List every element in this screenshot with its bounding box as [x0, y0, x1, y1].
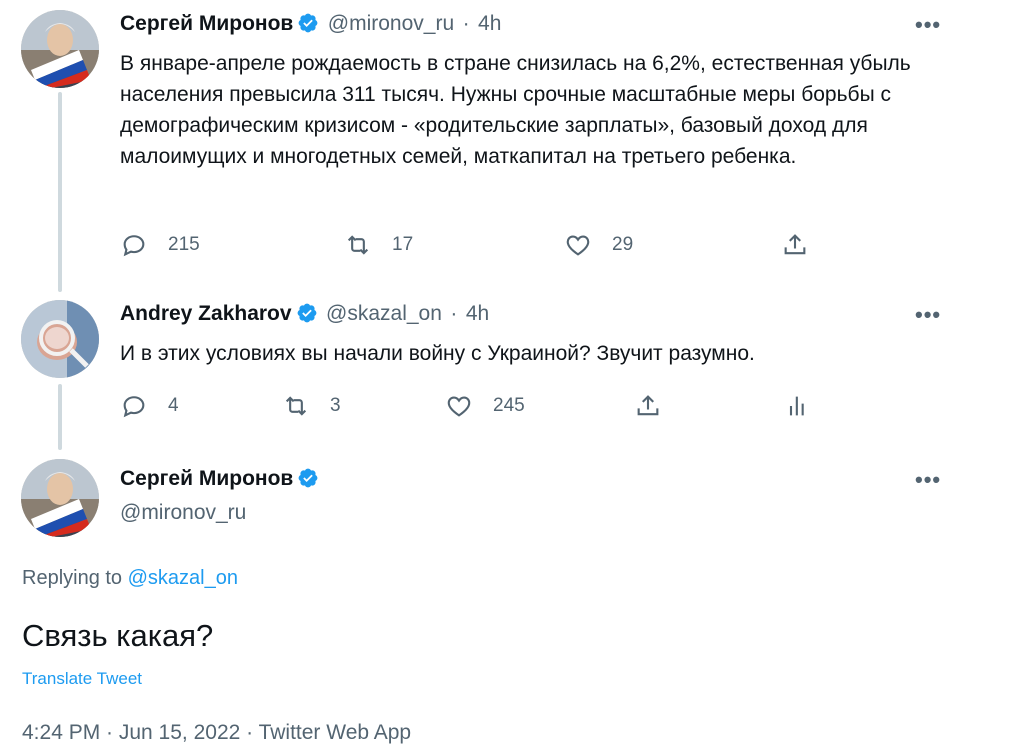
author-name[interactable]: Сергей Миронов: [120, 467, 293, 490]
separator: ·: [450, 302, 458, 325]
reply-icon: [123, 396, 145, 418]
avatar-zakharov[interactable]: [21, 300, 99, 378]
author-handle[interactable]: @mironov_ru: [120, 501, 246, 525]
avatar-mironov[interactable]: [21, 10, 99, 88]
tweet-time[interactable]: 4h: [466, 302, 489, 325]
analytics-icon: [789, 396, 804, 416]
replying-to-link[interactable]: @skazal_on: [128, 567, 238, 589]
retweet-icon: [347, 235, 369, 255]
avatar-zakharov-image: [21, 300, 99, 378]
more-options-icon[interactable]: •••: [915, 467, 941, 493]
like-button[interactable]: 29: [564, 231, 633, 259]
retweet-button[interactable]: 3: [282, 392, 341, 420]
tweet-text: И в этих условиях вы начали войну с Укра…: [120, 342, 755, 365]
tweet-meta[interactable]: 4:24 PM · Jun 15, 2022 · Twitter Web App: [22, 721, 411, 745]
avatar-mironov-main[interactable]: [21, 459, 99, 537]
tweet-time[interactable]: 4h: [478, 12, 501, 35]
separator: ·: [462, 12, 470, 35]
avatar-mironov-image: [21, 10, 99, 88]
heart-icon: [566, 235, 590, 256]
verified-badge-icon: [298, 13, 318, 33]
share-icon: [784, 234, 806, 255]
replying-to: Replying to @skazal_on: [22, 567, 238, 590]
author-handle[interactable]: @mironov_ru: [328, 12, 454, 35]
main-tweet-name-row: Сергей Миронов: [120, 467, 319, 491]
tweet-text: В январе-апреле рождаемость в стране сни…: [120, 52, 911, 168]
reply-count: 215: [168, 234, 200, 255]
analytics-button[interactable]: [784, 392, 832, 420]
share-icon: [637, 395, 659, 416]
verified-badge-icon: [298, 468, 318, 488]
retweet-count: 17: [392, 234, 414, 255]
reply-button[interactable]: 4: [120, 392, 179, 420]
share-button[interactable]: [634, 392, 682, 420]
tweet2-header: Andrey Zakharov @skazal_on · 4h: [120, 302, 489, 326]
like-count: 29: [612, 234, 634, 255]
author-name[interactable]: Сергей Миронов: [120, 12, 293, 35]
share-button[interactable]: [781, 231, 829, 259]
retweet-icon: [285, 396, 307, 416]
more-options-icon[interactable]: •••: [915, 302, 941, 328]
heart-icon: [447, 396, 471, 417]
reply-button[interactable]: 215: [120, 231, 200, 259]
tweet1-header: Сергей Миронов @mironov_ru · 4h: [120, 12, 501, 36]
replying-to-label: Replying to: [22, 567, 123, 589]
retweet-button[interactable]: 17: [344, 231, 413, 259]
author-handle[interactable]: @skazal_on: [326, 302, 442, 325]
retweet-count: 3: [330, 395, 341, 416]
avatar-mironov-main-image: [21, 459, 99, 537]
thread-line-1: [58, 92, 62, 292]
author-name[interactable]: Andrey Zakharov: [120, 302, 292, 325]
like-count: 245: [493, 395, 525, 416]
more-options-icon[interactable]: •••: [915, 12, 941, 38]
main-tweet-text: Связь какая?: [22, 618, 214, 653]
thread-line-2: [58, 384, 62, 450]
like-button[interactable]: 245: [445, 392, 525, 420]
verified-badge-icon: [297, 303, 316, 323]
reply-icon: [123, 235, 145, 257]
translate-tweet-link[interactable]: Translate Tweet: [22, 669, 142, 689]
reply-count: 4: [168, 395, 179, 416]
